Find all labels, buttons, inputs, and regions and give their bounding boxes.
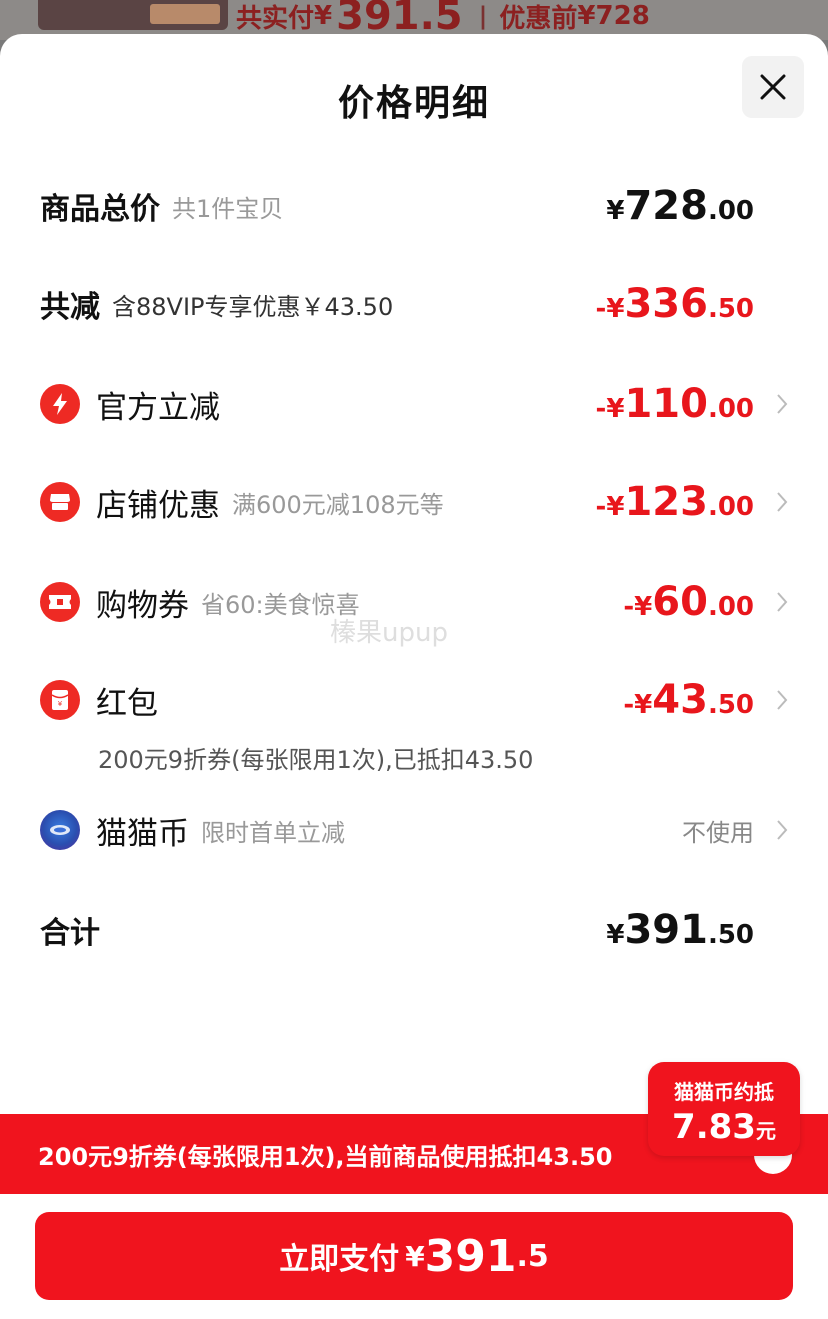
shop-icon xyxy=(40,482,80,522)
shop-discount-note: 满600元减108元等 xyxy=(232,490,444,519)
badge-title: 猫猫币约抵 xyxy=(674,1080,774,1104)
grand-total-label: 合计 xyxy=(40,916,100,951)
red-packet-icon: ¥ xyxy=(40,680,80,720)
row-grand-total: 合计 ¥391.50 xyxy=(40,900,788,960)
total-price-amount: ¥728.00 xyxy=(606,183,754,229)
pay-symbol: ¥ xyxy=(405,1239,425,1273)
watermark: 榛果upup xyxy=(330,618,448,648)
lightning-icon xyxy=(40,384,80,424)
vip-discount-note: 含88VIP专享优惠￥43.50 xyxy=(112,292,394,321)
red-packet-amount: -¥ 43.50 xyxy=(623,677,754,723)
row-cat-coin[interactable]: 猫猫币 限时首单立减 不使用 xyxy=(40,800,788,860)
row-official-discount[interactable]: 官方立减 -¥ 110.00 xyxy=(40,374,788,434)
row-shop-discount[interactable]: 店铺优惠 满600元减108元等 -¥ 123.00 xyxy=(40,472,788,532)
close-button[interactable] xyxy=(742,56,804,118)
chevron-right-icon xyxy=(776,688,790,712)
badge-unit: 元 xyxy=(755,1119,776,1143)
chevron-right-icon xyxy=(776,590,790,614)
pay-label: 立即支付 xyxy=(279,1242,400,1277)
promo-text: 200元9折券(每张限用1次),当前商品使用抵扣43.50 xyxy=(38,1142,613,1171)
pay-now-button[interactable]: 立即支付 ¥ 391 .5 xyxy=(35,1212,793,1300)
shop-discount-amount: -¥ 123.00 xyxy=(595,479,754,525)
background-price-line: 共实付 ¥ 391.5 | 优惠前 ¥728 xyxy=(236,0,650,39)
item-count: 共1件宝贝 xyxy=(172,194,284,223)
badge-amount: 7.83 xyxy=(672,1107,756,1147)
before-label: 优惠前 xyxy=(499,3,578,34)
total-reduction-label: 共减 xyxy=(40,290,100,325)
ticket-icon xyxy=(40,582,80,622)
sheet-title: 价格明细 xyxy=(337,83,490,124)
chevron-right-icon xyxy=(776,490,790,514)
pay-amount-dec: .5 xyxy=(516,1238,549,1274)
cat-coin-label: 猫猫币 xyxy=(96,815,189,852)
chevron-right-icon xyxy=(776,392,790,416)
official-discount-amount: -¥ 110.00 xyxy=(595,381,754,427)
paid-symbol: ¥ xyxy=(314,1,333,31)
price-detail-sheet: 价格明细 商品总价 共1件宝贝 ¥728.00 共减 含88VIP专享优惠￥43… xyxy=(0,34,828,1319)
red-packet-label: 红包 xyxy=(96,685,158,722)
cat-coin-note: 限时首单立减 xyxy=(201,818,345,847)
svg-text:¥: ¥ xyxy=(58,700,63,708)
row-total-price: 商品总价 共1件宝贝 ¥728.00 xyxy=(40,176,788,236)
cat-coin-icon xyxy=(40,810,80,850)
close-icon xyxy=(760,74,786,100)
voucher-label: 购物券 xyxy=(96,587,189,624)
cat-coin-badge: 猫猫币约抵 7.83元 xyxy=(648,1062,800,1156)
product-thumbnail xyxy=(38,0,228,30)
pay-amount-int: 391 xyxy=(424,1230,517,1282)
row-total-reduction: 共减 含88VIP专享优惠￥43.50 -¥ 336.50 xyxy=(40,274,788,334)
official-discount-label: 官方立减 xyxy=(96,389,220,426)
total-price-label: 商品总价 xyxy=(40,192,160,227)
before-amount: ¥728 xyxy=(577,1,650,31)
divider: | xyxy=(478,2,488,30)
shop-discount-label: 店铺优惠 xyxy=(96,487,220,524)
row-red-packet[interactable]: ¥ 红包 -¥ 43.50 xyxy=(40,670,788,730)
grand-total-amount: ¥391.50 xyxy=(606,907,754,953)
red-packet-note: 200元9折券(每张限用1次),已抵扣43.50 xyxy=(98,746,534,774)
voucher-amount: -¥ 60.00 xyxy=(623,579,754,625)
cat-coin-status: 不使用 xyxy=(682,818,754,847)
chevron-right-icon xyxy=(776,818,790,842)
paid-label: 共实付 xyxy=(236,3,315,34)
total-reduction-amount: -¥ 336.50 xyxy=(595,281,754,327)
